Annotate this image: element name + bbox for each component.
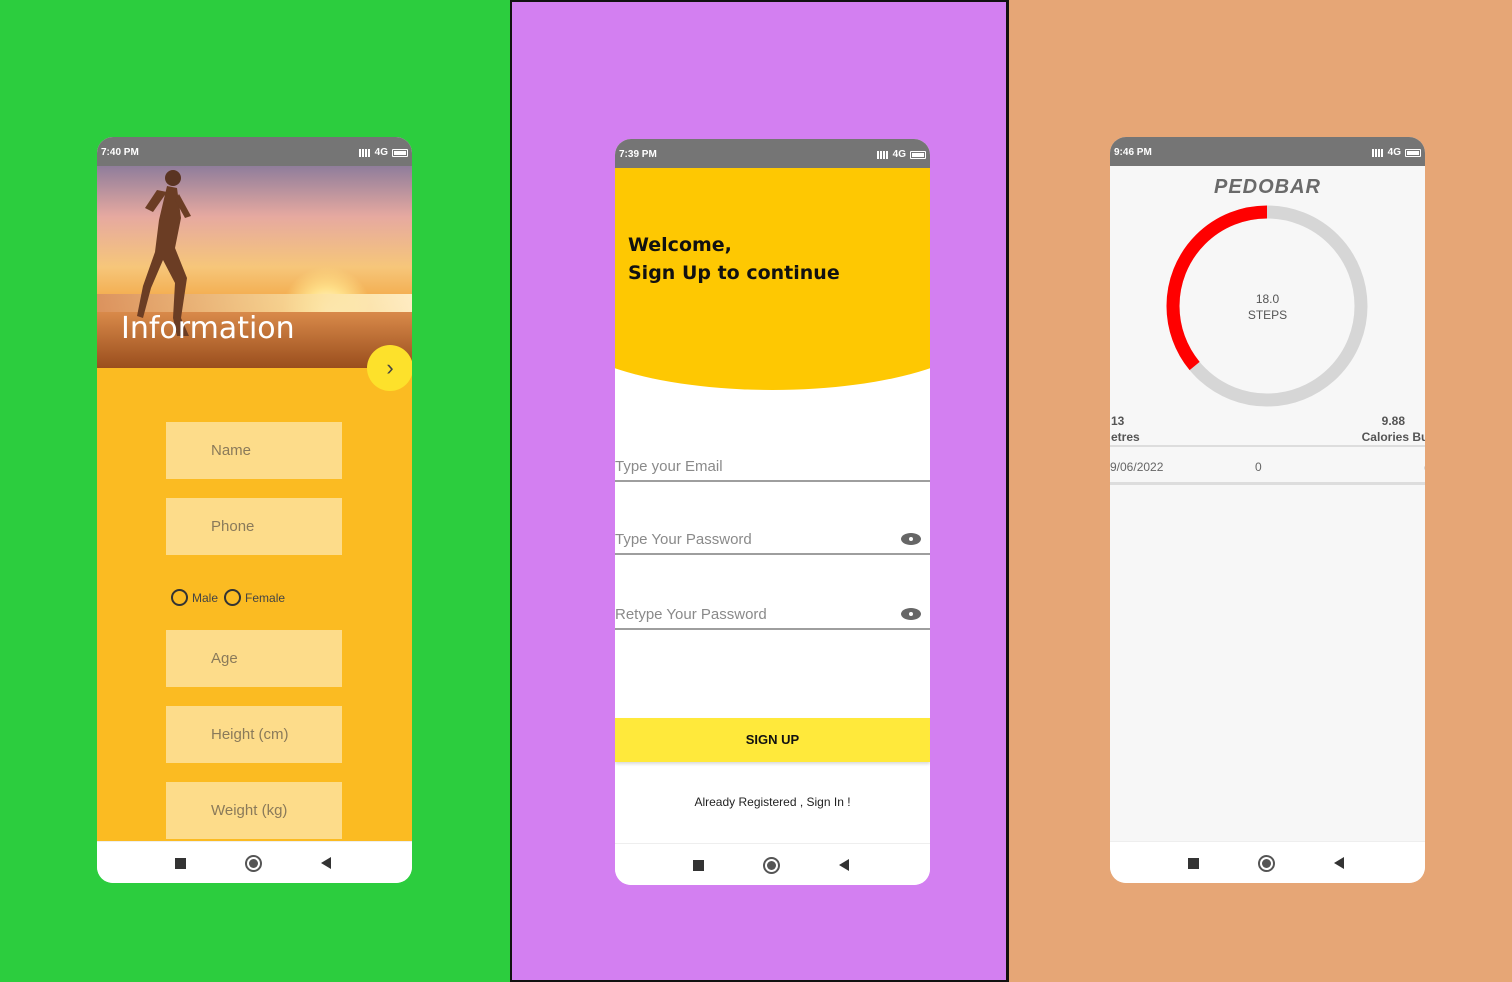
recents-icon[interactable] — [693, 860, 704, 871]
network-label: 4G — [892, 149, 906, 160]
history-row[interactable]: 9/06/2022 0 ( — [1110, 445, 1425, 485]
status-bar: 9:46 PM 4G — [1110, 137, 1425, 166]
battery-icon — [1405, 148, 1421, 157]
calories-value: 9.88 — [1381, 414, 1405, 428]
phone-field[interactable]: Phone — [166, 498, 342, 555]
height-field[interactable]: Height (cm) — [166, 706, 342, 763]
password-field[interactable]: Type Your Password — [615, 525, 930, 555]
history-date: 9/06/2022 — [1110, 460, 1164, 474]
sign-up-button[interactable]: SIGN UP — [615, 718, 930, 762]
welcome-heading: Welcome, Sign Up to continue — [628, 231, 840, 287]
app-title: PEDOBAR — [1213, 176, 1321, 198]
recents-icon[interactable] — [1188, 858, 1199, 869]
welcome-line-1: Welcome, — [628, 234, 732, 256]
phone-information-screen: 7:40 PM 4G Information › Name Phone Male… — [97, 137, 412, 883]
status-time: 7:40 PM — [101, 147, 139, 158]
steps-value: 18.0 — [1255, 292, 1280, 306]
sign-in-link[interactable]: Already Registered , Sign In ! — [615, 795, 930, 809]
history-steps: 0 — [1255, 460, 1262, 474]
eye-icon[interactable] — [901, 608, 921, 620]
history-extra: ( — [1424, 460, 1425, 474]
name-field[interactable]: Name — [166, 422, 342, 479]
calories-stat: 9.88 Calories Bur — [1362, 413, 1425, 445]
weight-field[interactable]: Weight (kg) — [166, 782, 342, 839]
steps-progress-ring — [1166, 205, 1368, 407]
retype-password-field[interactable]: Retype Your Password — [615, 600, 930, 630]
home-icon[interactable] — [1258, 855, 1275, 872]
panel-pedobar: 9:46 PM 4G PEDOBAR 18.0 STEPS 13 etres 9… — [1008, 0, 1512, 982]
status-bar: 7:40 PM 4G — [97, 137, 412, 166]
back-icon[interactable] — [1334, 857, 1344, 869]
steps-label: STEPS — [1247, 308, 1288, 322]
battery-icon — [910, 150, 926, 159]
network-label: 4G — [374, 147, 388, 158]
panel-information: 7:40 PM 4G Information › Name Phone Male… — [0, 0, 510, 982]
next-button[interactable]: › — [367, 345, 412, 391]
android-nav-bar — [615, 843, 930, 885]
signal-icon — [1371, 148, 1384, 157]
male-label: Male — [192, 590, 219, 605]
phone-signup-screen: 7:39 PM 4G Welcome, Sign Up to continue … — [615, 139, 930, 885]
back-icon[interactable] — [321, 857, 331, 869]
status-time: 9:46 PM — [1114, 147, 1152, 158]
password-placeholder: Type Your Password — [615, 531, 752, 548]
home-icon[interactable] — [763, 857, 780, 874]
hero-title: Information — [121, 311, 295, 346]
retype-password-placeholder: Retype Your Password — [615, 606, 767, 623]
signal-icon — [358, 148, 371, 157]
status-icons: 4G — [1371, 147, 1421, 158]
android-nav-bar — [97, 841, 412, 883]
android-nav-bar — [1110, 841, 1425, 883]
phone-pedobar-screen: 9:46 PM 4G PEDOBAR 18.0 STEPS 13 etres 9… — [1110, 137, 1425, 883]
female-radio[interactable] — [224, 589, 242, 606]
home-icon[interactable] — [245, 855, 262, 872]
distance-value: 13 — [1111, 414, 1125, 428]
signal-icon — [876, 150, 889, 159]
calories-label: Calories Bur — [1361, 430, 1425, 444]
eye-icon[interactable] — [901, 533, 921, 545]
female-label: Female — [245, 590, 286, 605]
battery-icon — [392, 148, 408, 157]
gender-radio-group: Male Female — [171, 589, 291, 606]
welcome-line-2: Sign Up to continue — [628, 262, 840, 284]
network-label: 4G — [1387, 147, 1401, 158]
hero-image: Information — [97, 166, 412, 368]
male-radio[interactable] — [171, 589, 188, 606]
status-time: 7:39 PM — [619, 149, 657, 160]
distance-stat: 13 etres — [1111, 413, 1140, 445]
recents-icon[interactable] — [175, 858, 186, 869]
panel-signup: 7:39 PM 4G Welcome, Sign Up to continue … — [510, 0, 1008, 982]
status-bar: 7:39 PM 4G — [615, 139, 930, 168]
distance-label: etres — [1111, 430, 1140, 444]
age-field[interactable]: Age — [166, 630, 342, 687]
back-icon[interactable] — [839, 859, 849, 871]
status-icons: 4G — [358, 147, 408, 158]
email-field[interactable]: Type your Email — [615, 452, 930, 482]
status-icons: 4G — [876, 149, 926, 160]
chevron-right-icon: › — [386, 355, 394, 380]
